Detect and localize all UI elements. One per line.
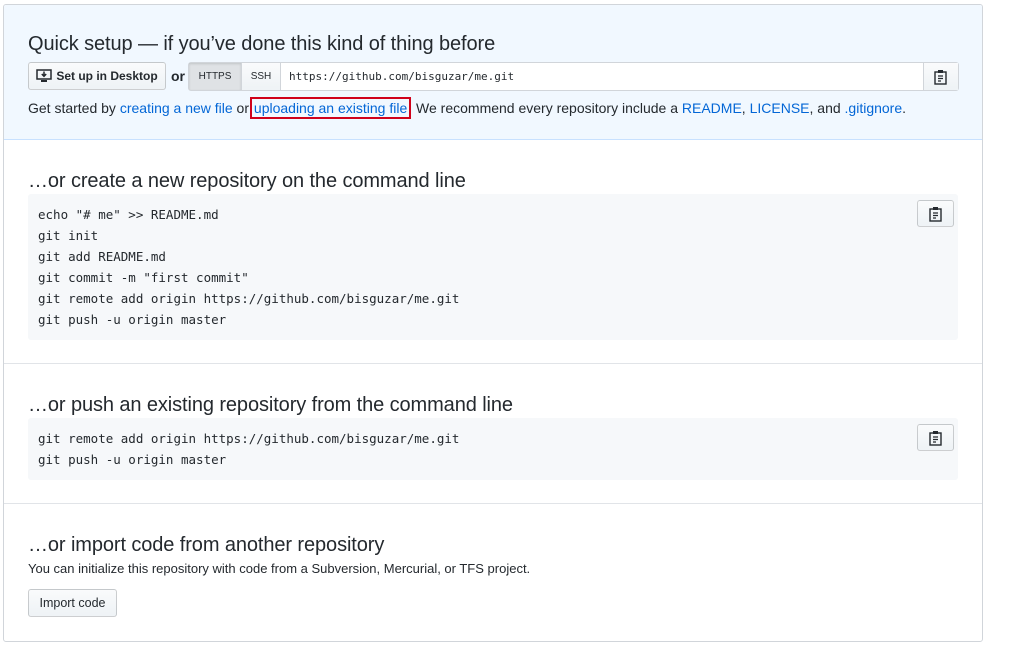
code-line: echo "# me" >> README.md	[38, 207, 219, 222]
get-started-text: Get started by creating a new file or up…	[28, 97, 907, 119]
creating-new-file-link[interactable]: creating a new file	[120, 100, 233, 116]
clone-url-input[interactable]	[281, 63, 923, 90]
push-existing-code: git remote add origin https://github.com…	[28, 418, 958, 480]
clippy-icon	[928, 430, 942, 446]
repo-setup-panel: Quick setup — if you’ve done this kind o…	[3, 4, 983, 642]
clone-url-group: HTTPS SSH	[188, 62, 959, 91]
code-line: git remote add origin https://github.com…	[38, 291, 460, 306]
https-toggle[interactable]: HTTPS	[189, 63, 242, 90]
section-divider	[4, 363, 982, 364]
import-title: …or import code from another repository	[28, 534, 385, 556]
code-line: git init	[38, 228, 99, 243]
code-line: git commit -m "first commit"	[38, 270, 249, 285]
license-link[interactable]: LICENSE	[750, 100, 810, 116]
ssh-toggle[interactable]: SSH	[242, 63, 281, 90]
section-divider	[4, 503, 982, 504]
quick-setup-title: Quick setup — if you’ve done this kind o…	[28, 33, 496, 55]
get-started-recommend: . We recommend every repository include …	[408, 100, 682, 116]
readme-link[interactable]: README	[682, 100, 742, 116]
comma-2: , and	[809, 100, 845, 116]
uploading-existing-file-link[interactable]: uploading an existing file	[249, 97, 412, 119]
new-repo-code: echo "# me" >> README.md git init git add …	[28, 194, 958, 340]
code-line: git push -u origin master	[38, 452, 227, 467]
quick-setup-section: Quick setup — if you’ve done this kind o…	[4, 5, 982, 140]
get-started-suffix: .	[902, 100, 907, 116]
gitignore-link[interactable]: .gitignore	[845, 100, 903, 116]
copy-url-button[interactable]	[923, 63, 958, 90]
setup-in-desktop-label: Set up in Desktop	[56, 69, 158, 83]
code-line: git add README.md	[38, 249, 166, 264]
or-label: or	[171, 68, 185, 84]
get-started-prefix: Get started by	[28, 100, 120, 116]
import-description: You can initialize this repository with …	[28, 561, 531, 576]
code-line: git push -u origin master	[38, 312, 227, 327]
code-line: git remote add origin https://github.com…	[38, 431, 460, 446]
copy-new-repo-button[interactable]	[917, 200, 954, 227]
comma-1: ,	[741, 100, 750, 116]
new-repo-commands: echo "# me" >> README.md git init git add …	[28, 194, 958, 340]
clippy-icon	[934, 69, 947, 85]
push-existing-title: …or push an existing repository from the…	[28, 394, 513, 416]
push-existing-commands: git remote add origin https://github.com…	[28, 418, 958, 480]
copy-push-existing-button[interactable]	[917, 424, 954, 451]
desktop-download-icon	[36, 69, 53, 82]
get-started-or: or	[232, 100, 253, 116]
clippy-icon	[928, 206, 942, 222]
import-code-button[interactable]: Import code	[28, 589, 117, 617]
new-repo-title: …or create a new repository on the comma…	[28, 170, 466, 192]
setup-in-desktop-button[interactable]: Set up in Desktop	[28, 62, 166, 90]
